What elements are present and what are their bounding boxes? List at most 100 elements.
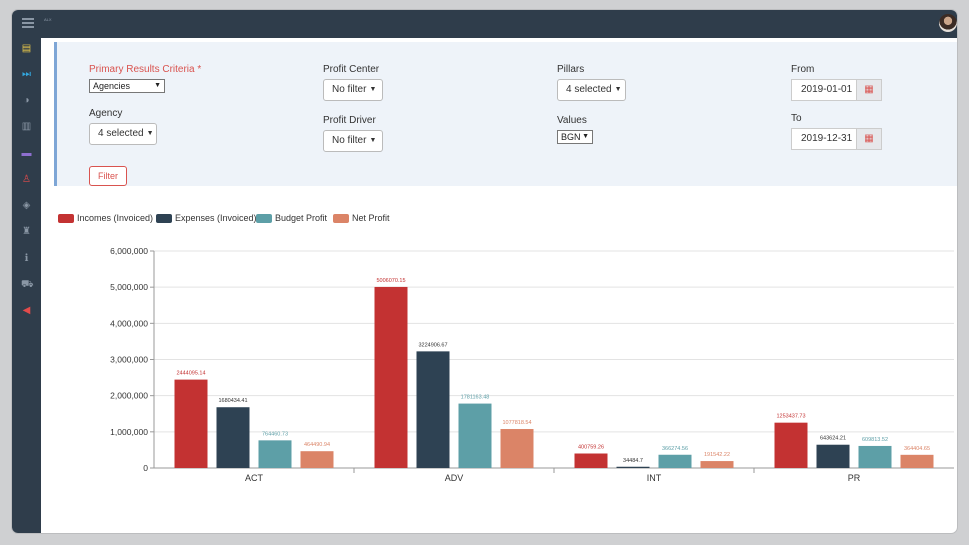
x-tick-label: INT <box>647 473 662 483</box>
profit-driver-dropdown[interactable]: No filter ▼ <box>323 130 383 152</box>
data-label: 400759.26 <box>578 445 604 451</box>
y-tick-label: 5,000,000 <box>110 282 148 292</box>
caret-down-icon: ▼ <box>369 137 377 144</box>
to-calendar-button[interactable]: ▦ <box>857 128 882 150</box>
legend-label: Expenses (Invoiced) <box>175 213 257 223</box>
top-navbar: ALX <box>12 10 957 38</box>
legend-swatch <box>333 214 349 223</box>
bar <box>574 453 608 468</box>
data-label: 2444095.14 <box>176 371 205 377</box>
to-date-input[interactable]: 2019-12-31 <box>791 128 857 150</box>
legend-label: Net Profit <box>352 213 390 223</box>
fast-forward-icon[interactable]: ⏭ <box>21 69 32 80</box>
y-tick-label: 6,000,000 <box>110 246 148 256</box>
legend-swatch <box>58 214 74 223</box>
from-date-input[interactable]: 2019-01-01 <box>791 79 857 101</box>
x-tick-label: PR <box>848 473 861 483</box>
data-label: 1077818.54 <box>502 420 531 426</box>
values-select[interactable]: BGN ▼ <box>557 130 593 144</box>
bar-chart: 0 1,000,000 2,000,000 3,000,000 4,000,000 5,0… <box>110 246 954 483</box>
data-label: 191542.22 <box>704 452 730 458</box>
data-label: 609813.52 <box>862 437 888 443</box>
bar <box>416 351 450 468</box>
bar <box>258 440 292 468</box>
pillars-dropdown[interactable]: 4 selected ▼ <box>557 79 626 101</box>
chevron-down-icon: ▼ <box>154 82 161 89</box>
data-label: 464490.94 <box>304 442 330 448</box>
pillars-label: Pillars <box>557 64 585 75</box>
data-label: 366274.56 <box>662 446 688 452</box>
filter-button[interactable]: Filter <box>89 166 127 186</box>
cart-icon[interactable]: ⛟ <box>21 279 34 290</box>
legend-label: Budget Profit <box>275 213 328 223</box>
x-tick-label: ADV <box>445 473 464 483</box>
calendar-icon: ▦ <box>864 133 874 144</box>
data-label: 34484.7 <box>623 458 643 464</box>
data-label: 764460.73 <box>262 431 288 437</box>
data-label: 1680434.41 <box>218 398 247 404</box>
profit-driver-label: Profit Driver <box>323 115 376 126</box>
to-label: To <box>791 113 802 124</box>
values-label: Values <box>557 115 587 126</box>
sidebar: ▤ ⏭ ◑ ▥ ▬ ♙ ◈ ♜ ℹ ⛟ ◀ <box>12 38 41 533</box>
data-label: 364404.65 <box>904 446 930 452</box>
primary-criteria-label: Primary Results Criteria * <box>89 64 202 75</box>
x-tick-label: ACT <box>245 473 264 483</box>
bar <box>374 286 408 468</box>
cube-icon[interactable]: ◈ <box>21 200 32 211</box>
y-tick-label: 2,000,000 <box>110 391 148 401</box>
bar <box>216 407 250 468</box>
book-icon[interactable]: ▥ <box>21 121 32 132</box>
user-icon[interactable]: ♙ <box>21 174 32 185</box>
bar <box>700 461 734 468</box>
values-value: BGN <box>561 132 581 142</box>
hamburger-menu-icon[interactable] <box>22 18 34 28</box>
from-calendar-button[interactable]: ▦ <box>857 79 882 101</box>
data-label: 643624.21 <box>820 436 846 442</box>
bar <box>900 454 934 468</box>
agency-dropdown[interactable]: 4 selected ▼ <box>89 123 157 145</box>
calendar-icon: ▦ <box>864 84 874 95</box>
profit-driver-value: No filter <box>332 135 367 146</box>
profit-center-dropdown[interactable]: No filter ▼ <box>323 79 383 101</box>
chevron-down-icon: ▼ <box>582 133 589 140</box>
bar <box>858 445 892 468</box>
caret-down-icon: ▼ <box>146 130 154 137</box>
bar <box>658 454 692 468</box>
half-circle-icon[interactable]: ◑ <box>21 95 32 106</box>
profit-center-value: No filter <box>332 84 367 95</box>
y-tick-label: 1,000,000 <box>110 427 148 437</box>
user-avatar[interactable] <box>939 14 957 32</box>
folder-icon[interactable]: ▬ <box>21 148 32 159</box>
y-tick-label: 3,000,000 <box>110 355 148 365</box>
bar <box>816 444 850 468</box>
bar <box>500 429 534 468</box>
document-icon[interactable]: ▤ <box>21 43 32 54</box>
legend-swatch <box>256 214 272 223</box>
pillars-value: 4 selected <box>566 84 612 95</box>
primary-criteria-value: Agencies <box>93 81 131 91</box>
agency-value: 4 selected <box>98 128 144 139</box>
data-label: 5006070.15 <box>376 278 405 284</box>
bar <box>174 379 208 468</box>
y-tick-label: 0 <box>143 463 148 473</box>
bar <box>300 451 334 468</box>
trophy-icon[interactable]: ♜ <box>21 226 32 237</box>
legend-swatch <box>156 214 172 223</box>
app-window: ALX ▤ ⏭ ◑ ▥ ▬ ♙ ◈ ♜ ℹ ⛟ ◀ Primary Results Criteria… <box>12 10 957 533</box>
data-label: 1253437.73 <box>776 414 805 420</box>
data-label: 3224906.67 <box>418 342 447 348</box>
bar <box>458 403 492 468</box>
profit-center-label: Profit Center <box>323 64 380 75</box>
info-icon[interactable]: ℹ <box>21 253 32 264</box>
legend-label: Incomes (Invoiced) <box>77 213 154 223</box>
caret-down-icon: ▼ <box>369 86 377 93</box>
megaphone-icon[interactable]: ◀ <box>21 305 32 316</box>
agency-label: Agency <box>89 108 123 119</box>
bar <box>774 422 808 468</box>
primary-criteria-select[interactable]: Agencies ▼ <box>89 79 165 93</box>
bar <box>616 466 650 468</box>
from-label: From <box>791 64 815 75</box>
filter-panel: Primary Results Criteria * Agencies ▼ Ag… <box>54 42 957 186</box>
y-tick-label: 4,000,000 <box>110 318 148 328</box>
